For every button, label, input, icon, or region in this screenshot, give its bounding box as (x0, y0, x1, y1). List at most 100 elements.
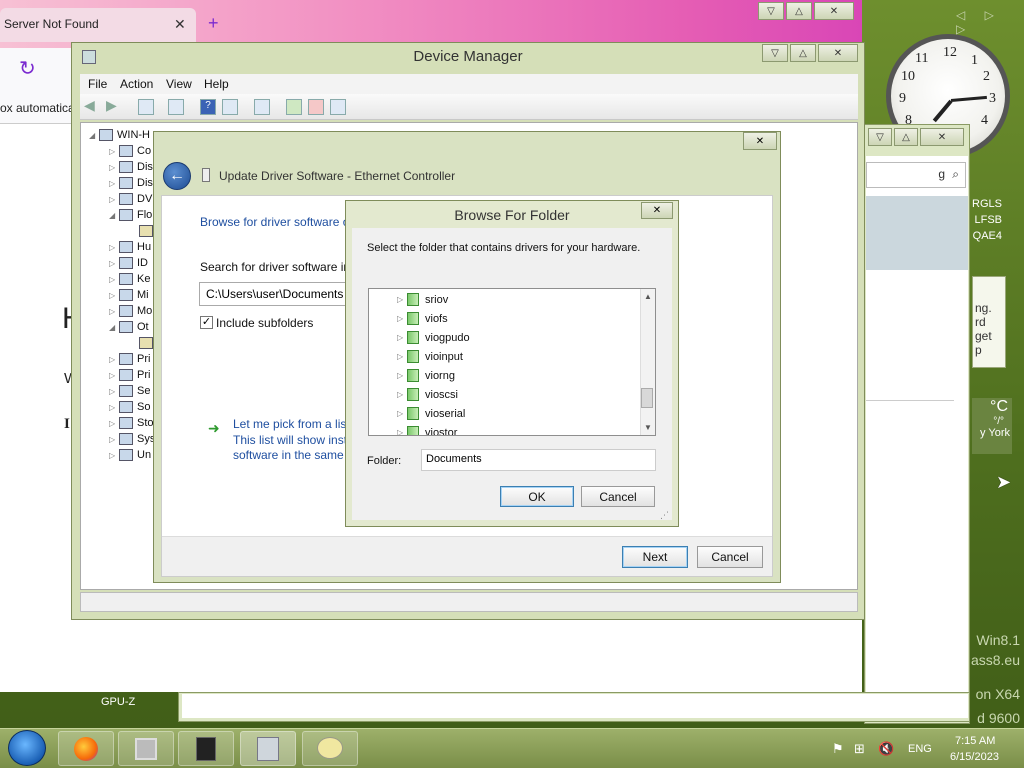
folder-tree[interactable]: ▷ sriov ▷ viofs ▷ viogpudo ▷ vioinput ▷ viorn… (368, 288, 656, 436)
gadget-line-3: QAE4 (972, 230, 1002, 242)
search-icon[interactable]: ⌕ (952, 167, 959, 182)
background-window-bottom-content (182, 694, 968, 718)
close-icon[interactable]: ✕ (743, 132, 777, 150)
clock-number-1: 1 (971, 53, 978, 68)
scan-hardware-icon[interactable] (254, 99, 270, 115)
gpu-z-label: GPU-Z (101, 696, 136, 708)
scroll-down-icon[interactable]: ▼ (641, 423, 655, 432)
list-view-icon[interactable] (168, 99, 184, 115)
maximize-icon[interactable]: △ (894, 128, 918, 146)
start-button-icon[interactable] (8, 730, 46, 766)
forward-arrow-icon[interactable]: ▶ (106, 97, 117, 114)
tree-item[interactable]: ▷ DV (109, 193, 152, 205)
uninstall-device-icon[interactable] (308, 99, 324, 115)
maximize-icon[interactable]: △ (786, 2, 812, 20)
disable-device-icon[interactable] (330, 99, 346, 115)
tab-close-icon[interactable]: ✕ (174, 16, 186, 33)
back-arrow-icon[interactable]: ◀ (84, 97, 95, 114)
tree-item[interactable]: ▷ Sys (109, 433, 155, 445)
tree-item[interactable]: ▷ Mi (109, 289, 149, 301)
update-driver-cancel-button[interactable]: Cancel (697, 546, 763, 568)
include-subfolders-checkbox[interactable]: ✓ (200, 316, 213, 329)
folder-icon (407, 369, 419, 382)
taskbar-device-manager[interactable] (240, 731, 296, 766)
minimize-icon[interactable]: ▽ (758, 2, 784, 20)
close-icon[interactable]: ✕ (641, 202, 673, 219)
tree-item[interactable]: ▷ ID (109, 257, 148, 269)
tree-item[interactable]: ▷ Se (109, 385, 150, 397)
tree-item[interactable]: ▷ Co (109, 145, 151, 157)
taskbar-app-3[interactable] (178, 731, 234, 766)
driver-path-input[interactable]: C:\Users\user\Documents (199, 282, 349, 306)
weather-sub: °/° (993, 416, 1004, 427)
next-button[interactable]: Next (622, 546, 688, 568)
network-icon[interactable]: ⊞ (854, 741, 865, 757)
tree-item[interactable]: ▷ Dis (109, 177, 153, 189)
gadget-nav-arrows[interactable]: ◁ ▷ ▷ (956, 8, 1024, 36)
taskbar-firefox[interactable] (58, 731, 114, 766)
menu-file[interactable]: File (88, 77, 107, 91)
device-manager-statusbar (80, 592, 858, 612)
pick-from-list-link[interactable]: Let me pick from a lis (233, 417, 346, 431)
taskbar-app-5[interactable] (302, 731, 358, 766)
menu-help[interactable]: Help (204, 77, 229, 91)
folder-item-sriov[interactable]: ▷ sriov (397, 290, 448, 309)
language-indicator[interactable]: ENG (908, 743, 932, 755)
details-view-icon[interactable] (222, 99, 238, 115)
search-text-fragment: g (938, 167, 945, 181)
folder-input[interactable]: Documents (421, 449, 656, 471)
menu-view[interactable]: View (166, 77, 192, 91)
resize-grip-icon[interactable]: ⋰ (660, 510, 669, 521)
tree-item[interactable]: ◢ Flo (109, 209, 152, 221)
tree-item[interactable]: ▷ Hu (109, 241, 151, 253)
tree-item[interactable]: ▷ Pri (109, 369, 150, 381)
app-icon (196, 737, 216, 761)
tree-item[interactable]: ▷ So (109, 401, 150, 413)
folder-item-viogpudo[interactable]: ▷ viogpudo (397, 328, 470, 347)
close-icon[interactable]: ✕ (920, 128, 964, 146)
folder-item-viostor[interactable]: ▷ viostor (397, 423, 457, 435)
back-arrow-icon[interactable]: ← (163, 162, 191, 190)
help-icon[interactable]: ? (200, 99, 216, 115)
include-subfolders-label: Include subfolders (216, 316, 314, 330)
browse-cancel-button[interactable]: Cancel (581, 486, 655, 507)
folder-item-vioserial[interactable]: ▷ vioserial (397, 404, 465, 423)
tree-item[interactable]: ◢ Ot (109, 321, 149, 333)
menu-action[interactable]: Action (120, 77, 153, 91)
tree-item[interactable]: ▷ Mo (109, 305, 152, 317)
folder-item-viorng[interactable]: ▷ viorng (397, 366, 455, 385)
clock-number-12: 12 (943, 45, 957, 60)
maximize-icon[interactable]: △ (790, 44, 816, 62)
folder-item-vioinput[interactable]: ▷ vioinput (397, 347, 463, 366)
properties-view-icon[interactable] (138, 99, 154, 115)
scrollbar-thumb[interactable] (641, 388, 653, 408)
action-center-flag-icon[interactable]: ⚑ (832, 741, 844, 757)
scroll-up-icon[interactable]: ▲ (641, 292, 655, 301)
folder-icon (407, 312, 419, 325)
tree-item[interactable]: ▷ Sto (109, 417, 154, 429)
tray-time[interactable]: 7:15 AM (955, 735, 995, 747)
close-icon[interactable]: ✕ (818, 44, 858, 62)
folder-item-viofs[interactable]: ▷ viofs (397, 309, 448, 328)
new-tab-icon[interactable]: + (208, 13, 219, 34)
clock-number-11: 11 (915, 51, 929, 66)
tree-item[interactable]: ▷ Ke (109, 273, 150, 285)
volume-muted-icon[interactable]: 🔇 (878, 741, 894, 757)
reload-icon[interactable]: ↻ (19, 56, 36, 81)
close-icon[interactable]: ✕ (814, 2, 854, 20)
tree-item[interactable]: ▷ Dis (109, 161, 153, 173)
minimize-icon[interactable]: ▽ (868, 128, 892, 146)
taskbar-app-2[interactable] (118, 731, 174, 766)
tray-date[interactable]: 6/15/2023 (950, 751, 999, 763)
tree-item[interactable]: ▷ Pri (109, 353, 150, 365)
update-driver-icon[interactable] (286, 99, 302, 115)
folder-item-vioscsi[interactable]: ▷ vioscsi (397, 385, 458, 404)
clock-number-3: 3 (989, 91, 996, 106)
tree-item[interactable]: ▷ Un (109, 449, 151, 461)
folder-tree-scrollbar[interactable]: ▲ ▼ (640, 289, 655, 435)
ok-button[interactable]: OK (500, 486, 574, 507)
background-window-search[interactable]: g ⌕ (866, 162, 966, 188)
tree-root[interactable]: ◢ WIN-H (89, 129, 150, 141)
minimize-icon[interactable]: ▽ (762, 44, 788, 62)
browse-for-folder-title: Browse For Folder (454, 207, 570, 223)
